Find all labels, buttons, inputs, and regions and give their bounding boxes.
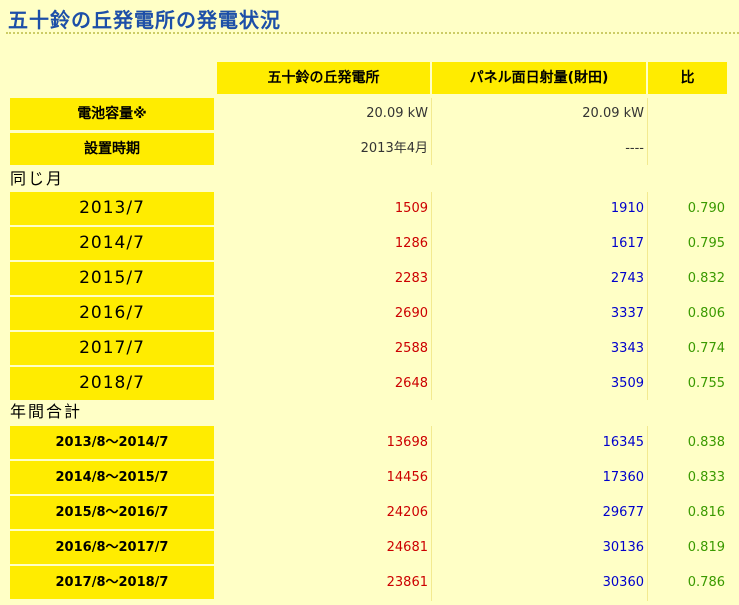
info-row-panel: ---- (625, 141, 644, 156)
table-row-panel: 1910 (610, 201, 644, 216)
grid-line (431, 98, 432, 165)
table-row-ratio: 0.838 (687, 435, 725, 450)
table-row-panel: 16345 (602, 435, 644, 450)
table-row-label: 2018/7 (10, 367, 214, 400)
table-row-ratio: 0.816 (687, 505, 725, 520)
grid-line (647, 192, 648, 400)
table-row-label: 2015/7 (10, 262, 214, 295)
table-row-ratio: 0.832 (687, 271, 725, 286)
table-row-plant: 1509 (394, 201, 428, 216)
table-row-label: 2013/7 (10, 192, 214, 225)
table-row-plant: 14456 (386, 470, 428, 485)
table-row-label: 2016/7 (10, 297, 214, 330)
info-row-panel: 20.09 kW (582, 106, 644, 121)
table-row-ratio: 0.806 (687, 306, 725, 321)
table-row-label: 2015/8～2016/7 (10, 496, 214, 529)
table-row-panel: 3343 (610, 341, 644, 356)
table-row-ratio: 0.790 (687, 201, 725, 216)
col-header-ratio: 比 (648, 62, 727, 94)
section-same-month: 同じ月 (10, 169, 65, 188)
table-row-plant: 24206 (386, 505, 428, 520)
table-row-ratio: 0.819 (687, 540, 725, 555)
table-row-label: 2014/8～2015/7 (10, 461, 214, 494)
table-row-ratio: 0.795 (687, 236, 725, 251)
table-row-panel: 3509 (610, 376, 644, 391)
table-row-plant: 2283 (394, 271, 428, 286)
grid-line (647, 98, 648, 165)
table-row-plant: 23861 (386, 575, 428, 590)
table-row-panel: 29677 (602, 505, 644, 520)
table-row-panel: 30360 (602, 575, 644, 590)
page-title: 五十鈴の丘発電所の発電状況 (8, 8, 281, 32)
table-row-ratio: 0.774 (687, 341, 725, 356)
grid-line (647, 426, 648, 601)
title-divider (6, 32, 739, 34)
table-row-panel: 2743 (610, 271, 644, 286)
info-row-label: 設置時期 (10, 133, 214, 165)
table-row-label: 2014/7 (10, 227, 214, 260)
table-row-plant: 2648 (394, 376, 428, 391)
table-row-label: 2017/7 (10, 332, 214, 365)
table-row-plant: 2690 (394, 306, 428, 321)
table-row-plant: 2588 (394, 341, 428, 356)
table-row-panel: 3337 (610, 306, 644, 321)
info-row-ratio (648, 98, 727, 130)
col-header-panel: パネル面日射量(財田) (432, 62, 646, 94)
table-row-panel: 17360 (602, 470, 644, 485)
info-row-ratio (648, 133, 727, 165)
info-row-plant: 2013年4月 (360, 141, 428, 156)
table-row-label: 2017/8～2018/7 (10, 566, 214, 599)
table-row-plant: 1286 (394, 236, 428, 251)
table-row-plant: 13698 (386, 435, 428, 450)
table-row-plant: 24681 (386, 540, 428, 555)
grid-line (431, 192, 432, 400)
info-row-label: 電池容量※ (10, 98, 214, 130)
section-annual: 年間合計 (10, 402, 83, 421)
table-row-label: 2016/8～2017/7 (10, 531, 214, 564)
table-row-panel: 30136 (602, 540, 644, 555)
table-row-panel: 1617 (610, 236, 644, 251)
table-row-ratio: 0.833 (687, 470, 725, 485)
info-row-plant: 20.09 kW (366, 106, 428, 121)
table-row-label: 2013/8～2014/7 (10, 426, 214, 459)
table-row-ratio: 0.786 (687, 575, 725, 590)
table-row-ratio: 0.755 (687, 376, 725, 391)
grid-line (431, 426, 432, 601)
col-header-plant: 五十鈴の丘発電所 (217, 62, 430, 94)
